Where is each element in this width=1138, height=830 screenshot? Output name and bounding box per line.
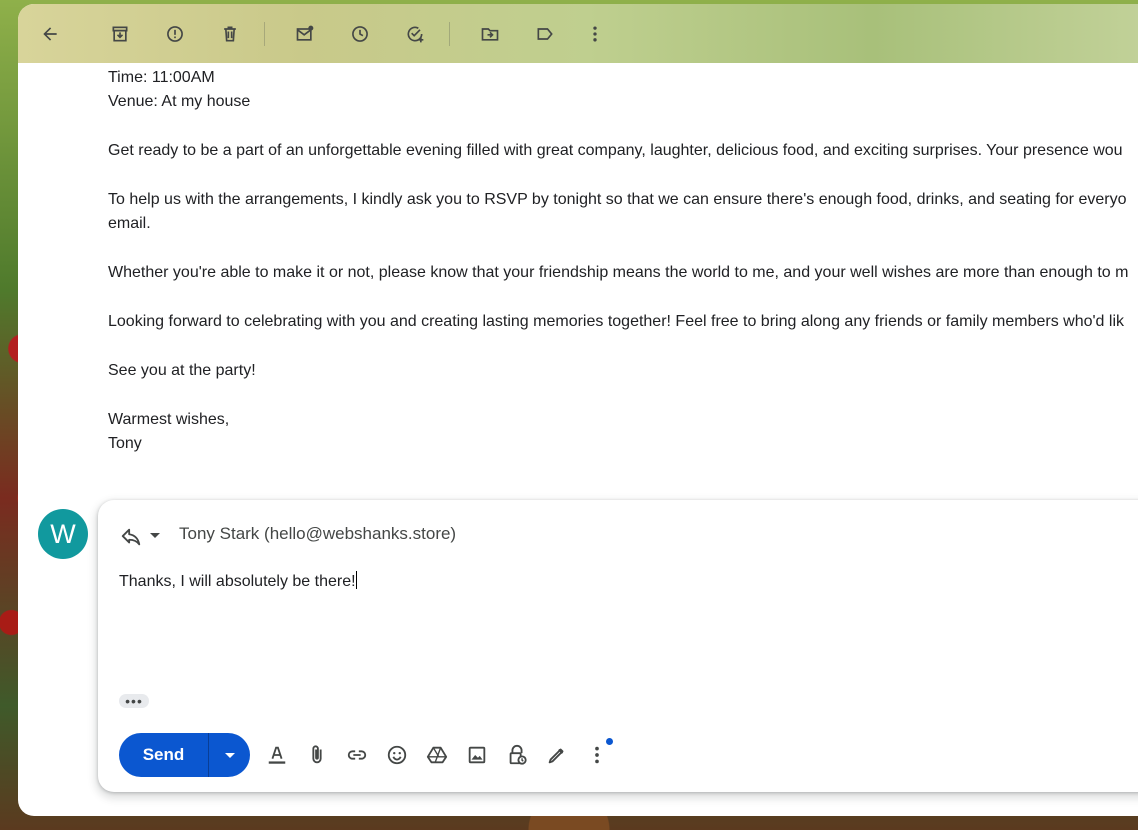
avatar[interactable]: W (38, 509, 88, 559)
emoji-icon[interactable] (383, 741, 411, 769)
reply-body-text: Thanks, I will absolutely be there! (119, 573, 356, 590)
reply-compose-card: Tony Stark (hello@webshanks.store) Thank… (98, 500, 1138, 792)
show-trimmed-content-button[interactable]: ••• (119, 694, 149, 708)
reply-recipient[interactable]: Tony Stark (hello@webshanks.store) (179, 524, 456, 544)
notification-dot (606, 738, 613, 745)
message-paragraph: Get ready to be a part of an unforgettab… (108, 142, 1123, 159)
more-horiz-icon: ••• (125, 693, 143, 709)
message-paragraph: email. (108, 215, 151, 232)
message-signoff: Warmest wishes, (108, 411, 230, 428)
back-arrow-icon[interactable] (34, 18, 66, 50)
snooze-icon[interactable] (344, 18, 376, 50)
send-button-group: Send (119, 733, 250, 777)
more-options-icon[interactable] (583, 741, 611, 769)
delete-icon[interactable] (214, 18, 246, 50)
message-signature: Tony (108, 435, 142, 452)
text-format-icon[interactable] (263, 741, 291, 769)
attach-icon[interactable] (303, 741, 331, 769)
message-paragraph: To help us with the arrangements, I kind… (108, 191, 1127, 208)
reply-body-input[interactable]: Thanks, I will absolutely be there! (119, 571, 357, 591)
toolbar-divider (264, 22, 265, 46)
move-to-icon[interactable] (474, 18, 506, 50)
email-toolbar (18, 4, 1138, 63)
chevron-down-icon (224, 753, 235, 758)
reply-icon[interactable] (120, 526, 142, 548)
drive-icon[interactable] (423, 741, 451, 769)
email-panel: Time: 11:00AM Venue: At my house Get rea… (18, 4, 1138, 816)
message-venue: Venue: At my house (108, 93, 251, 110)
more-vert-icon[interactable] (579, 18, 611, 50)
chevron-down-icon[interactable] (148, 528, 162, 542)
link-icon[interactable] (343, 741, 371, 769)
message-closing: See you at the party! (108, 362, 256, 379)
confidential-mode-icon[interactable] (503, 741, 531, 769)
mark-unread-icon[interactable] (289, 18, 321, 50)
photo-icon[interactable] (463, 741, 491, 769)
message-time: Time: 11:00AM (108, 69, 215, 86)
message-paragraph: Looking forward to celebrating with you … (108, 313, 1125, 330)
send-button[interactable]: Send (119, 733, 208, 777)
report-spam-icon[interactable] (159, 18, 191, 50)
toolbar-divider (449, 22, 450, 46)
label-icon[interactable] (529, 18, 561, 50)
archive-icon[interactable] (104, 18, 136, 50)
text-cursor (355, 571, 357, 589)
signature-icon[interactable] (543, 741, 571, 769)
message-paragraph: Whether you're able to make it or not, p… (108, 264, 1129, 281)
schedule-send-button[interactable] (209, 733, 250, 777)
add-to-tasks-icon[interactable] (399, 18, 431, 50)
message-body: Time: 11:00AM Venue: At my house Get rea… (108, 66, 1138, 456)
